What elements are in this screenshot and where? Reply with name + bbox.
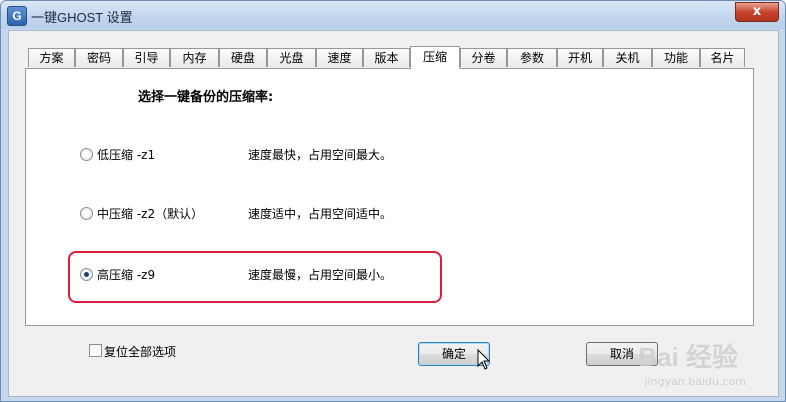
tab-split[interactable]: 分卷 (460, 48, 507, 67)
tab-startup[interactable]: 开机 (557, 48, 603, 67)
close-button[interactable]: x (735, 2, 779, 22)
highlight-box (68, 251, 442, 303)
tab-compression[interactable]: 压缩 (410, 46, 460, 69)
panel-heading: 选择一键备份的压缩率: (138, 90, 274, 105)
tab-version[interactable]: 版本 (363, 48, 410, 67)
dialog-body: 方案 密码 引导 内存 硬盘 光盘 速度 版本 压缩 分卷 参数 开机 关机 功… (8, 30, 779, 397)
tab-memory[interactable]: 内存 (170, 48, 219, 67)
tab-password[interactable]: 密码 (75, 48, 123, 67)
window-title: 一键GHOST 设置 (31, 10, 133, 25)
compression-panel: 选择一键备份的压缩率: 低压缩 -z1 速度最快，占用空间最大。 中压缩 -z2… (25, 68, 754, 326)
title-bar[interactable]: G 一键GHOST 设置 x (1, 1, 785, 29)
tab-boot[interactable]: 引导 (123, 48, 170, 67)
tab-shutdown[interactable]: 关机 (603, 48, 652, 67)
tab-disk[interactable]: 硬盘 (219, 48, 267, 67)
tab-speed[interactable]: 速度 (316, 48, 363, 67)
radio-medium[interactable] (80, 207, 93, 220)
reset-checkbox[interactable] (89, 344, 102, 357)
app-icon: G (7, 6, 27, 26)
tab-features[interactable]: 功能 (652, 48, 700, 67)
option-description: 速度最快，占用空间最大。 (248, 148, 393, 162)
tab-params[interactable]: 参数 (507, 48, 557, 67)
watermark-logo: Bai 经验 (638, 342, 738, 372)
mouse-cursor-icon (477, 349, 491, 370)
tab-scheme[interactable]: 方案 (28, 48, 75, 67)
tab-card[interactable]: 名片 (700, 48, 745, 67)
tab-strip: 方案 密码 引导 内存 硬盘 光盘 速度 版本 压缩 分卷 参数 开机 关机 功… (28, 46, 768, 69)
watermark-url: jingyan.baidu.com (644, 375, 746, 388)
option-label[interactable]: 低压缩 -z1 (97, 146, 155, 163)
option-label[interactable]: 中压缩 -z2（默认） (97, 205, 203, 222)
reset-label[interactable]: 复位全部选项 (104, 343, 176, 360)
radio-low[interactable] (80, 148, 93, 161)
option-description: 速度适中，占用空间适中。 (248, 207, 393, 221)
tab-cdrom[interactable]: 光盘 (267, 48, 316, 67)
settings-window: G 一键GHOST 设置 x 方案 密码 引导 内存 硬盘 光盘 速度 版本 压… (0, 0, 786, 402)
